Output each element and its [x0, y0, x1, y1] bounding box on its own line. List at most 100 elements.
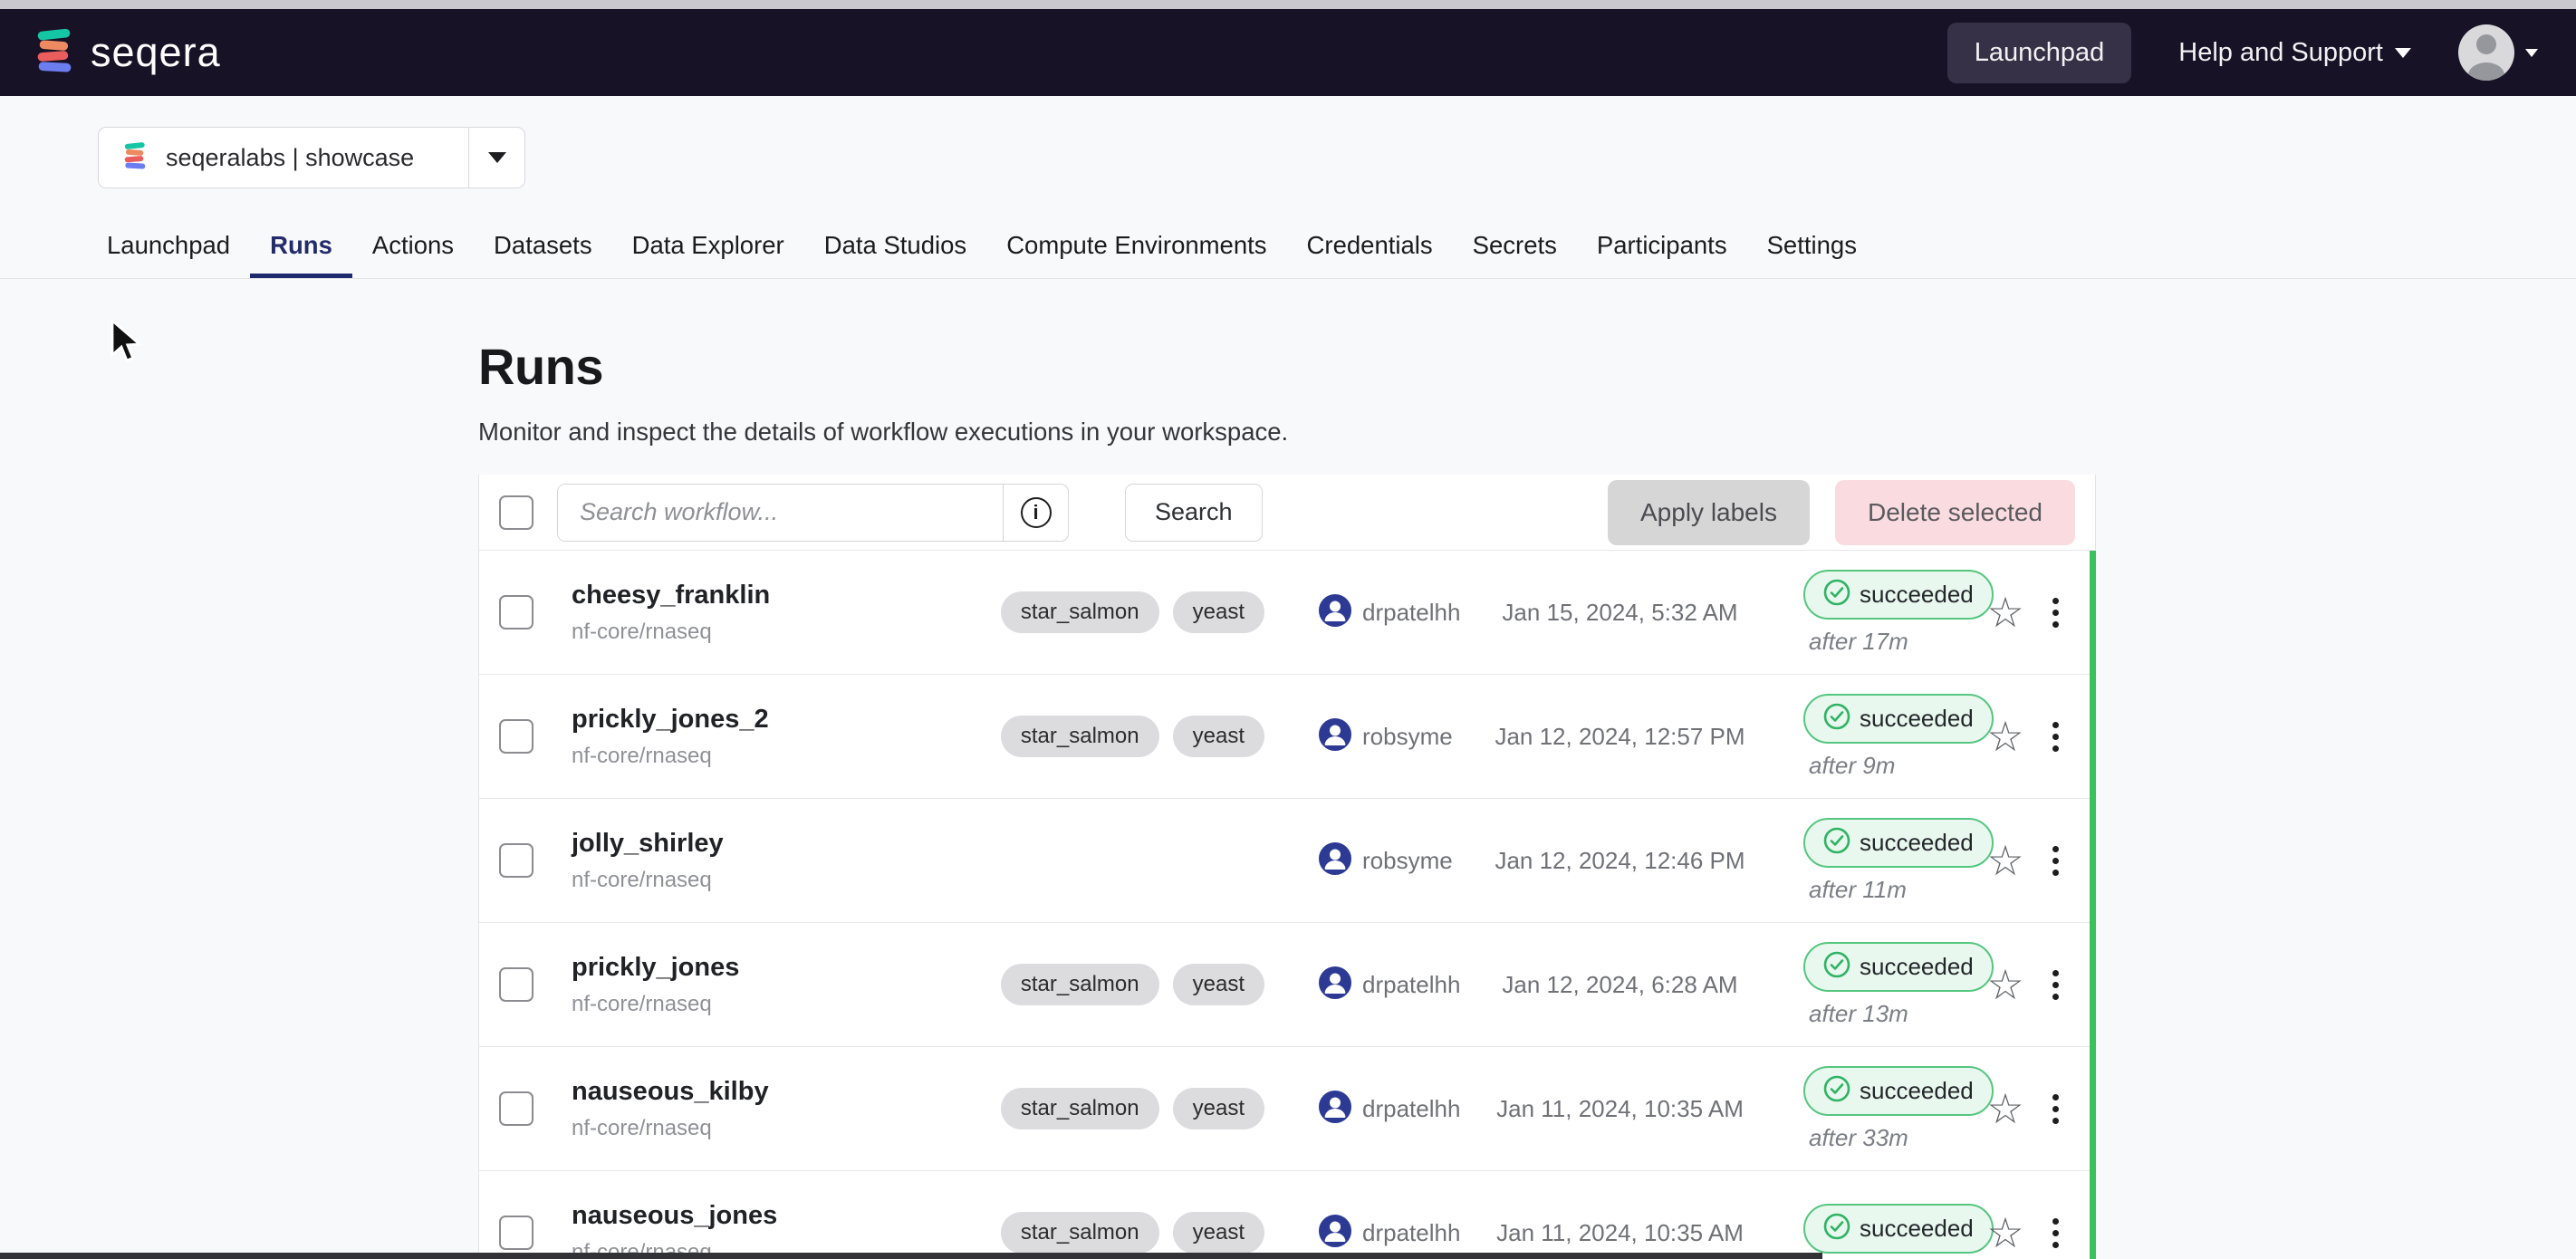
run-status-cell: succeeded after 13m	[1749, 942, 1975, 1028]
status-badge: succeeded	[1803, 818, 1994, 868]
run-user-name: drpatelhh	[1362, 599, 1460, 627]
star-icon[interactable]: ☆	[1986, 1209, 2023, 1256]
top-navbar: seqera Launchpad Help and Support	[0, 9, 2576, 96]
tab-data-explorer[interactable]: Data Explorer	[612, 216, 804, 278]
tab-settings[interactable]: Settings	[1747, 216, 1877, 278]
status-label: succeeded	[1860, 705, 1974, 733]
run-row: prickly_jones nf-core/rnaseq star_salmon…	[479, 923, 2095, 1047]
status-label: succeeded	[1860, 581, 1974, 609]
run-label-pill: yeast	[1173, 964, 1264, 1005]
run-user-cell: robsyme	[1319, 842, 1491, 879]
tab-credentials[interactable]: Credentials	[1287, 216, 1453, 278]
user-menu[interactable]	[2458, 24, 2538, 81]
run-date: Jan 11, 2024, 10:35 AM	[1491, 1095, 1749, 1123]
run-row: jolly_shirley nf-core/rnaseq robsyme Jan…	[479, 799, 2095, 923]
user-circle-icon	[1319, 594, 1351, 631]
star-icon[interactable]: ☆	[1986, 1085, 2023, 1132]
run-labels: star_salmonyeast	[866, 716, 1264, 757]
run-name-cell[interactable]: prickly_jones nf-core/rnaseq	[572, 953, 866, 1017]
runs-toolbar: i Search Apply labels Delete selected	[479, 475, 2095, 551]
search-input[interactable]	[558, 485, 1003, 541]
run-name-cell[interactable]: nauseous_jones nf-core/rnaseq	[572, 1201, 866, 1259]
star-icon[interactable]: ☆	[1986, 837, 2023, 884]
row-checkbox[interactable]	[499, 967, 533, 1002]
tab-secrets[interactable]: Secrets	[1453, 216, 1577, 278]
run-label-pill: star_salmon	[1001, 591, 1159, 633]
run-status-cell: succeeded after 9m	[1749, 694, 1975, 780]
check-circle-icon	[1823, 1213, 1850, 1245]
workspace-selector[interactable]: seqeralabs | showcase	[98, 127, 525, 188]
star-icon[interactable]: ☆	[1986, 961, 2023, 1008]
run-row: prickly_jones_2 nf-core/rnaseq star_salm…	[479, 675, 2095, 799]
tab-launchpad[interactable]: Launchpad	[87, 216, 250, 278]
status-badge: succeeded	[1803, 570, 1994, 620]
workspace-tab-bar: Launchpad Runs Actions Datasets Data Exp…	[0, 216, 2576, 279]
workspace-dropdown-toggle[interactable]	[468, 128, 524, 187]
kebab-menu-icon[interactable]	[2049, 842, 2062, 879]
run-date: Jan 11, 2024, 10:35 AM	[1491, 1219, 1749, 1247]
star-icon[interactable]: ☆	[1986, 589, 2023, 636]
search-button[interactable]: Search	[1125, 484, 1263, 542]
search-info-button[interactable]: i	[1003, 485, 1068, 541]
select-all-checkbox[interactable]	[499, 495, 533, 530]
kebab-menu-icon[interactable]	[2049, 966, 2062, 1004]
run-label-pill: yeast	[1173, 1088, 1264, 1129]
run-labels: star_salmonyeast	[866, 1212, 1264, 1254]
tab-actions[interactable]: Actions	[352, 216, 474, 278]
row-checkbox[interactable]	[499, 843, 533, 878]
user-circle-icon	[1319, 718, 1351, 755]
launchpad-button[interactable]: Launchpad	[1947, 23, 2132, 83]
check-circle-icon	[1823, 1075, 1850, 1107]
tab-participants[interactable]: Participants	[1577, 216, 1747, 278]
kebab-menu-icon[interactable]	[2049, 1091, 2062, 1128]
status-label: succeeded	[1860, 953, 1974, 981]
run-name[interactable]: nauseous_kilby	[572, 1077, 866, 1107]
check-circle-icon	[1823, 579, 1850, 610]
workspace-selector-main[interactable]: seqeralabs | showcase	[99, 128, 468, 187]
run-labels: star_salmon yeast	[866, 591, 1264, 633]
run-row: nauseous_jones nf-core/rnaseq star_salmo…	[479, 1171, 2095, 1259]
tab-data-studios[interactable]: Data Studios	[804, 216, 986, 278]
tab-datasets[interactable]: Datasets	[474, 216, 612, 278]
run-name[interactable]: prickly_jones_2	[572, 705, 866, 735]
row-checkbox[interactable]	[499, 1216, 533, 1250]
run-duration: after 9m	[1803, 752, 1975, 780]
chevron-down-icon	[2395, 48, 2411, 58]
help-and-support-menu[interactable]: Help and Support	[2178, 38, 2411, 68]
run-name-cell[interactable]: cheesy_franklin nf-core/rnaseq	[572, 581, 866, 645]
user-circle-icon	[1319, 1215, 1351, 1252]
mouse-cursor-icon	[107, 319, 149, 370]
kebab-menu-icon[interactable]	[2049, 718, 2062, 755]
window-bottom-edge	[0, 1253, 1822, 1259]
run-pipeline: nf-core/rnaseq	[572, 620, 866, 645]
run-date: Jan 12, 2024, 12:57 PM	[1491, 723, 1749, 751]
run-pipeline: nf-core/rnaseq	[572, 992, 866, 1017]
kebab-menu-icon[interactable]	[2049, 1215, 2062, 1252]
row-checkbox[interactable]	[499, 595, 533, 630]
run-name[interactable]: nauseous_jones	[572, 1201, 866, 1231]
avatar	[2458, 24, 2514, 81]
run-name[interactable]: cheesy_franklin	[572, 581, 866, 610]
chevron-down-icon	[2525, 49, 2538, 57]
run-status-cell: succeeded after 33m	[1749, 1066, 1975, 1152]
run-name-cell[interactable]: nauseous_kilby nf-core/rnaseq	[572, 1077, 866, 1141]
info-icon: i	[1021, 497, 1052, 528]
star-icon[interactable]: ☆	[1986, 713, 2023, 760]
run-name-cell[interactable]: prickly_jones_2 nf-core/rnaseq	[572, 705, 866, 769]
check-circle-icon	[1823, 703, 1850, 735]
run-name[interactable]: prickly_jones	[572, 953, 866, 983]
run-duration: after 17m	[1803, 628, 1975, 656]
run-duration: after 11m	[1803, 876, 1975, 904]
run-label-pill: star_salmon	[1001, 716, 1159, 757]
tab-runs[interactable]: Runs	[250, 216, 352, 278]
delete-selected-button[interactable]: Delete selected	[1835, 480, 2075, 545]
run-name-cell[interactable]: jolly_shirley nf-core/rnaseq	[572, 829, 866, 893]
apply-labels-button[interactable]: Apply labels	[1608, 480, 1810, 545]
run-label-pill: yeast	[1173, 591, 1264, 633]
run-name[interactable]: jolly_shirley	[572, 829, 866, 859]
row-checkbox[interactable]	[499, 1091, 533, 1126]
help-and-support-label: Help and Support	[2178, 38, 2383, 68]
row-checkbox[interactable]	[499, 719, 533, 754]
tab-compute-environments[interactable]: Compute Environments	[986, 216, 1286, 278]
kebab-menu-icon[interactable]	[2049, 594, 2062, 631]
